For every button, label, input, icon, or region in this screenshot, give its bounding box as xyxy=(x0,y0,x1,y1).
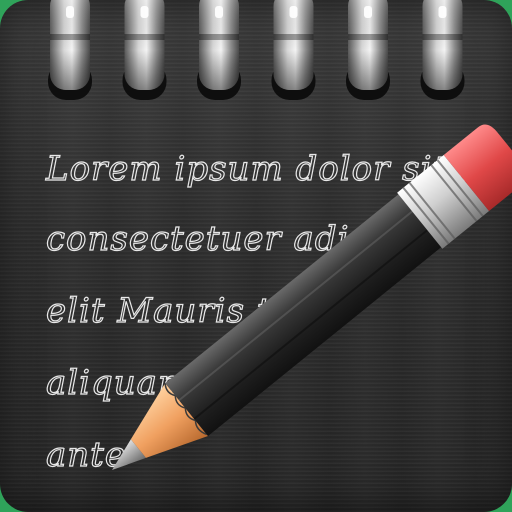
pencil-body xyxy=(165,194,442,437)
pencil-icon xyxy=(112,124,512,470)
app-icon[interactable]: Lorem ipsum dolor sit amet consectetuer … xyxy=(0,0,512,512)
